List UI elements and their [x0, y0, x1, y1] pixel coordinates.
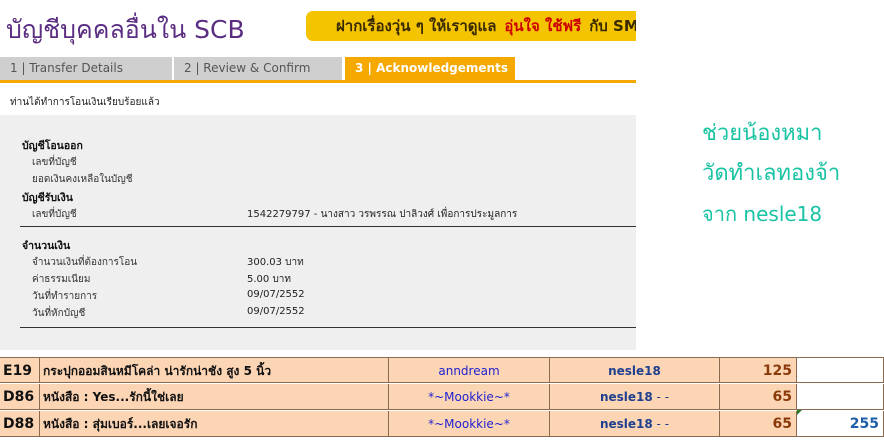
to-account-no-label: เลขที่บัญชี — [32, 209, 77, 220]
tab-acknowledgements[interactable]: 3 | Acknowledgements — [345, 57, 515, 80]
nick-suffix: - - — [652, 390, 670, 404]
to-account-no-value: 1542279797 - นางสาว วรพรรณ ปาลิวงศ์ เพื่… — [247, 209, 518, 220]
donation-table: E19 กระปุกออมสินหมีโคล่า น่ารักน่าชัง สู… — [0, 355, 884, 442]
debit-date-label: วันที่หักบัญชี — [32, 308, 86, 319]
item-amount: 65 — [720, 411, 797, 437]
table-row: D88 หนังสือ : สุ่มเบอร์...เลยเจอรัก *~Mo… — [0, 411, 884, 437]
item-amount: 65 — [720, 384, 797, 410]
transaction-date-label: วันที่ทำรายการ — [32, 291, 98, 302]
table-row: E19 กระปุกออมสินหมีโคล่า น่ารักน่าชัง สู… — [0, 357, 884, 383]
receiver-nick: nesle18 — [550, 357, 720, 383]
donor-user: anndream — [389, 357, 550, 383]
sms-promo-banner[interactable]: ฝากเรื่องวุ่น ๆ ให้เราดูแล อุ่นใจ ใช้ฟรี… — [306, 11, 636, 41]
receiver-nick: nesle18 - - — [550, 411, 720, 437]
item-code: E19 — [0, 357, 40, 383]
donor-user: *~Mookkie~* — [389, 384, 550, 410]
side-note-line-3: จาก nesle18 — [702, 202, 823, 226]
donor-user: *~Mookkie~* — [389, 411, 550, 437]
tab-transfer-details[interactable]: 1 | Transfer Details — [0, 57, 172, 80]
from-account-no-label: เลขที่บัญชี — [32, 157, 77, 168]
nick-text: nesle18 — [599, 417, 653, 431]
item-name: กระปุกออมสินหมีโคล่า น่ารักน่าชัง สูง 5 … — [40, 357, 389, 383]
status-message: ท่านได้ทำการโอนเงินเรียบร้อยแล้ว — [10, 97, 160, 108]
to-account-heading: บัญชีรับเงิน — [22, 192, 73, 204]
row-total — [797, 384, 884, 410]
row-total: 255 — [797, 411, 884, 437]
amount-label: จำนวนเงินที่ต้องการโอน — [32, 257, 138, 268]
banner-text-2: อุ่นใจ ใช้ฟรี — [504, 17, 582, 35]
item-name: หนังสือ : สุ่มเบอร์...เลยเจอรัก — [40, 411, 389, 437]
tab-review-confirm[interactable]: 2 | Review & Confirm — [174, 57, 342, 80]
side-note-line-2: วัดทำเลทองจ้า — [702, 161, 841, 186]
banner-text-1: ฝากเรื่องวุ่น ๆ ให้เราดูแล — [336, 17, 497, 35]
page-title: บัญชีบุคคลอื่นใน SCB — [6, 15, 245, 44]
receiver-nick: nesle18 - - — [550, 384, 720, 410]
item-code: D88 — [0, 411, 40, 437]
from-account-heading: บัญชีโอนออก — [22, 140, 83, 152]
row-total — [797, 357, 884, 383]
side-note-line-1: ช่วยน้องหมา — [702, 121, 823, 146]
divider — [20, 327, 636, 328]
from-balance-label: ยอดเงินคงเหลือในบัญชี — [32, 174, 133, 185]
nick-text: nesle18 — [608, 364, 661, 378]
banner-text-3: กับ SMS — [589, 17, 636, 35]
amount-value: 300.03 บาท — [247, 257, 304, 268]
cell-comment-marker — [797, 410, 802, 415]
nick-suffix: - - — [652, 417, 670, 431]
transfer-summary-panel: บัญชีโอนออก เลขที่บัญชี ยอดเงินคงเหลือใน… — [0, 115, 636, 350]
item-name: หนังสือ : Yes...รักนี้ใช่เลย — [40, 384, 389, 410]
fee-value: 5.00 บาท — [247, 274, 291, 285]
table-row: D86 หนังสือ : Yes...รักนี้ใช่เลย *~Mookk… — [0, 384, 884, 410]
amount-heading: จำนวนเงิน — [22, 240, 71, 252]
item-code: D86 — [0, 384, 40, 410]
transaction-date-value: 09/07/2552 — [247, 289, 305, 300]
fee-label: ค่าธรรมเนียม — [32, 274, 91, 285]
divider — [20, 226, 636, 227]
item-amount: 125 — [720, 357, 797, 383]
nick-text: nesle18 — [599, 390, 653, 404]
step-tabs: 1 | Transfer Details 2 | Review & Confir… — [0, 57, 636, 83]
debit-date-value: 09/07/2552 — [247, 306, 305, 317]
